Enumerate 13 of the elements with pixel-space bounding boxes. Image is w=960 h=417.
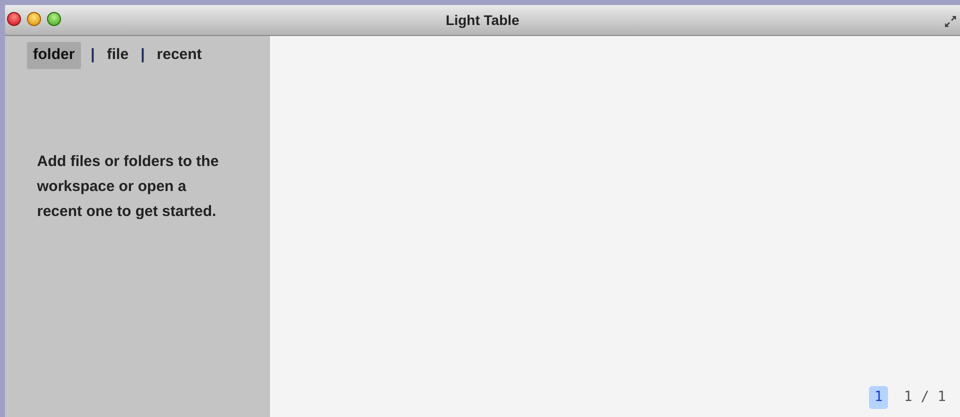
- tab-separator: |: [90, 45, 95, 65]
- page-position: 1 / 1: [904, 388, 946, 407]
- tab-separator: |: [140, 45, 145, 65]
- sidebar-tab[interactable]: folder: [27, 42, 81, 68]
- empty-workspace-message: Add files or folders to the workspace or open a recent one to get started.: [37, 152, 220, 222]
- sidebar-tab[interactable]: file: [104, 42, 131, 68]
- minimize-button[interactable]: [27, 12, 41, 26]
- sidebar-tab[interactable]: recent: [154, 42, 204, 68]
- fullscreen-icon[interactable]: [944, 15, 957, 28]
- current-page-badge[interactable]: 1: [869, 386, 888, 409]
- close-button[interactable]: [7, 12, 21, 26]
- zoom-button[interactable]: [47, 12, 61, 26]
- window-title: Light Table: [446, 10, 520, 30]
